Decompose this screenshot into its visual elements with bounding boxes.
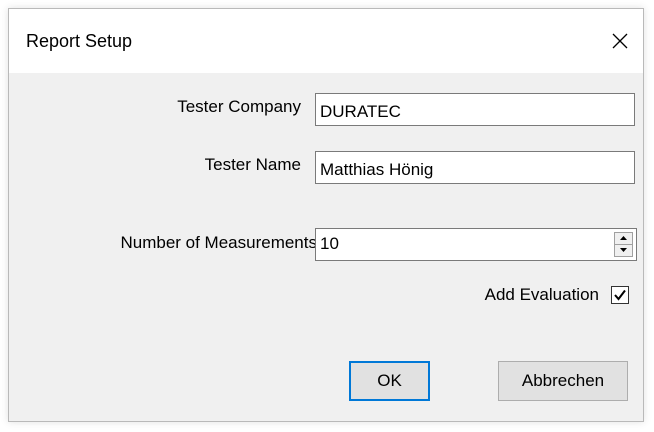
checkmark-icon [614,289,626,301]
tester-company-label: Tester Company [177,97,301,116]
tester-name-input[interactable] [315,151,635,184]
arrow-down-icon [620,248,627,253]
add-evaluation-checkbox[interactable] [611,286,629,304]
arrow-up-icon [620,236,627,241]
report-setup-dialog: Report Setup Tester Company Tester Name … [8,8,644,422]
dialog-title: Report Setup [26,31,133,51]
measurements-spinner[interactable]: 10 [315,228,637,261]
number-of-measurements-label: Number of Measurements [120,233,317,252]
add-evaluation-label: Add Evaluation [484,285,599,304]
close-button[interactable] [597,9,643,73]
tester-company-input[interactable] [315,93,635,126]
close-icon [612,33,628,49]
measurements-value[interactable]: 10 [320,234,339,254]
title-bar: Report Setup [9,9,643,74]
cancel-button[interactable]: Abbrechen [498,361,628,401]
ok-button[interactable]: OK [349,361,430,401]
spin-down-button[interactable] [615,245,632,257]
spin-up-button[interactable] [615,233,632,245]
spin-buttons [614,232,633,257]
tester-name-label: Tester Name [204,155,301,174]
